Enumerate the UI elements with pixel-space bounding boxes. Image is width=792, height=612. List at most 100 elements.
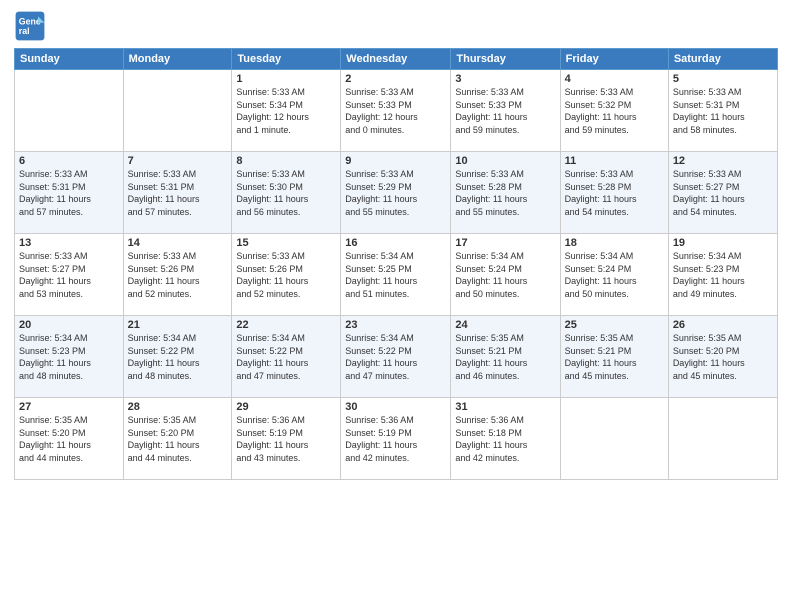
calendar-day-cell: 23Sunrise: 5:34 AM Sunset: 5:22 PM Dayli… (341, 316, 451, 398)
calendar-day-cell: 10Sunrise: 5:33 AM Sunset: 5:28 PM Dayli… (451, 152, 560, 234)
calendar-table: SundayMondayTuesdayWednesdayThursdayFrid… (14, 48, 778, 480)
day-number: 10 (455, 155, 555, 167)
day-info: Sunrise: 5:34 AM Sunset: 5:22 PM Dayligh… (236, 332, 336, 382)
day-info: Sunrise: 5:33 AM Sunset: 5:31 PM Dayligh… (128, 168, 228, 218)
calendar-day-cell: 19Sunrise: 5:34 AM Sunset: 5:23 PM Dayli… (668, 234, 777, 316)
day-info: Sunrise: 5:34 AM Sunset: 5:22 PM Dayligh… (128, 332, 228, 382)
calendar-day-cell: 28Sunrise: 5:35 AM Sunset: 5:20 PM Dayli… (123, 398, 232, 480)
day-info: Sunrise: 5:33 AM Sunset: 5:31 PM Dayligh… (673, 86, 773, 136)
weekday-header: Friday (560, 49, 668, 70)
weekday-header: Tuesday (232, 49, 341, 70)
calendar-day-cell: 11Sunrise: 5:33 AM Sunset: 5:28 PM Dayli… (560, 152, 668, 234)
calendar-day-cell (668, 398, 777, 480)
calendar-day-cell: 7Sunrise: 5:33 AM Sunset: 5:31 PM Daylig… (123, 152, 232, 234)
day-info: Sunrise: 5:33 AM Sunset: 5:29 PM Dayligh… (345, 168, 446, 218)
day-number: 29 (236, 401, 336, 413)
weekday-header: Wednesday (341, 49, 451, 70)
day-info: Sunrise: 5:35 AM Sunset: 5:21 PM Dayligh… (565, 332, 664, 382)
day-number: 14 (128, 237, 228, 249)
day-info: Sunrise: 5:35 AM Sunset: 5:21 PM Dayligh… (455, 332, 555, 382)
calendar-day-cell: 8Sunrise: 5:33 AM Sunset: 5:30 PM Daylig… (232, 152, 341, 234)
logo-icon: Gene- ral (14, 10, 46, 42)
day-info: Sunrise: 5:33 AM Sunset: 5:32 PM Dayligh… (565, 86, 664, 136)
day-number: 30 (345, 401, 446, 413)
calendar-day-cell: 27Sunrise: 5:35 AM Sunset: 5:20 PM Dayli… (15, 398, 124, 480)
day-number: 22 (236, 319, 336, 331)
day-info: Sunrise: 5:33 AM Sunset: 5:28 PM Dayligh… (455, 168, 555, 218)
calendar-day-cell: 3Sunrise: 5:33 AM Sunset: 5:33 PM Daylig… (451, 70, 560, 152)
day-info: Sunrise: 5:35 AM Sunset: 5:20 PM Dayligh… (19, 414, 119, 464)
weekday-header: Saturday (668, 49, 777, 70)
header: Gene- ral (14, 10, 778, 42)
calendar-day-cell: 21Sunrise: 5:34 AM Sunset: 5:22 PM Dayli… (123, 316, 232, 398)
day-number: 25 (565, 319, 664, 331)
day-info: Sunrise: 5:34 AM Sunset: 5:24 PM Dayligh… (565, 250, 664, 300)
day-number: 21 (128, 319, 228, 331)
day-info: Sunrise: 5:33 AM Sunset: 5:31 PM Dayligh… (19, 168, 119, 218)
calendar-week-row: 27Sunrise: 5:35 AM Sunset: 5:20 PM Dayli… (15, 398, 778, 480)
day-number: 3 (455, 73, 555, 85)
day-number: 17 (455, 237, 555, 249)
day-number: 6 (19, 155, 119, 167)
day-number: 12 (673, 155, 773, 167)
calendar-week-row: 1Sunrise: 5:33 AM Sunset: 5:34 PM Daylig… (15, 70, 778, 152)
day-info: Sunrise: 5:33 AM Sunset: 5:26 PM Dayligh… (236, 250, 336, 300)
day-number: 7 (128, 155, 228, 167)
day-number: 23 (345, 319, 446, 331)
calendar-day-cell: 1Sunrise: 5:33 AM Sunset: 5:34 PM Daylig… (232, 70, 341, 152)
day-info: Sunrise: 5:33 AM Sunset: 5:27 PM Dayligh… (19, 250, 119, 300)
calendar-week-row: 20Sunrise: 5:34 AM Sunset: 5:23 PM Dayli… (15, 316, 778, 398)
day-info: Sunrise: 5:33 AM Sunset: 5:28 PM Dayligh… (565, 168, 664, 218)
day-info: Sunrise: 5:33 AM Sunset: 5:27 PM Dayligh… (673, 168, 773, 218)
calendar-day-cell: 24Sunrise: 5:35 AM Sunset: 5:21 PM Dayli… (451, 316, 560, 398)
logo: Gene- ral (14, 10, 48, 42)
calendar-day-cell: 22Sunrise: 5:34 AM Sunset: 5:22 PM Dayli… (232, 316, 341, 398)
day-number: 19 (673, 237, 773, 249)
day-number: 24 (455, 319, 555, 331)
calendar-day-cell: 16Sunrise: 5:34 AM Sunset: 5:25 PM Dayli… (341, 234, 451, 316)
day-info: Sunrise: 5:33 AM Sunset: 5:34 PM Dayligh… (236, 86, 336, 136)
day-info: Sunrise: 5:33 AM Sunset: 5:26 PM Dayligh… (128, 250, 228, 300)
calendar-day-cell: 31Sunrise: 5:36 AM Sunset: 5:18 PM Dayli… (451, 398, 560, 480)
day-info: Sunrise: 5:33 AM Sunset: 5:33 PM Dayligh… (345, 86, 446, 136)
day-info: Sunrise: 5:34 AM Sunset: 5:24 PM Dayligh… (455, 250, 555, 300)
calendar-day-cell (15, 70, 124, 152)
day-number: 4 (565, 73, 664, 85)
calendar-day-cell (123, 70, 232, 152)
calendar-day-cell: 4Sunrise: 5:33 AM Sunset: 5:32 PM Daylig… (560, 70, 668, 152)
day-number: 11 (565, 155, 664, 167)
page: Gene- ral SundayMondayTuesdayWednesdayTh… (0, 0, 792, 612)
calendar-day-cell: 5Sunrise: 5:33 AM Sunset: 5:31 PM Daylig… (668, 70, 777, 152)
calendar-day-cell: 12Sunrise: 5:33 AM Sunset: 5:27 PM Dayli… (668, 152, 777, 234)
day-number: 27 (19, 401, 119, 413)
day-info: Sunrise: 5:36 AM Sunset: 5:19 PM Dayligh… (345, 414, 446, 464)
weekday-header: Sunday (15, 49, 124, 70)
calendar-day-cell: 20Sunrise: 5:34 AM Sunset: 5:23 PM Dayli… (15, 316, 124, 398)
day-info: Sunrise: 5:36 AM Sunset: 5:19 PM Dayligh… (236, 414, 336, 464)
day-number: 8 (236, 155, 336, 167)
day-number: 31 (455, 401, 555, 413)
day-number: 13 (19, 237, 119, 249)
weekday-header: Thursday (451, 49, 560, 70)
day-number: 26 (673, 319, 773, 331)
day-number: 15 (236, 237, 336, 249)
day-info: Sunrise: 5:35 AM Sunset: 5:20 PM Dayligh… (128, 414, 228, 464)
day-number: 20 (19, 319, 119, 331)
weekday-header: Monday (123, 49, 232, 70)
svg-text:ral: ral (19, 26, 30, 36)
calendar-day-cell: 30Sunrise: 5:36 AM Sunset: 5:19 PM Dayli… (341, 398, 451, 480)
day-info: Sunrise: 5:34 AM Sunset: 5:22 PM Dayligh… (345, 332, 446, 382)
calendar-day-cell: 2Sunrise: 5:33 AM Sunset: 5:33 PM Daylig… (341, 70, 451, 152)
day-info: Sunrise: 5:33 AM Sunset: 5:30 PM Dayligh… (236, 168, 336, 218)
day-info: Sunrise: 5:34 AM Sunset: 5:23 PM Dayligh… (19, 332, 119, 382)
calendar-day-cell: 17Sunrise: 5:34 AM Sunset: 5:24 PM Dayli… (451, 234, 560, 316)
day-info: Sunrise: 5:34 AM Sunset: 5:25 PM Dayligh… (345, 250, 446, 300)
day-number: 9 (345, 155, 446, 167)
day-info: Sunrise: 5:36 AM Sunset: 5:18 PM Dayligh… (455, 414, 555, 464)
day-number: 1 (236, 73, 336, 85)
calendar-day-cell: 6Sunrise: 5:33 AM Sunset: 5:31 PM Daylig… (15, 152, 124, 234)
day-number: 28 (128, 401, 228, 413)
day-info: Sunrise: 5:33 AM Sunset: 5:33 PM Dayligh… (455, 86, 555, 136)
day-number: 2 (345, 73, 446, 85)
day-number: 16 (345, 237, 446, 249)
